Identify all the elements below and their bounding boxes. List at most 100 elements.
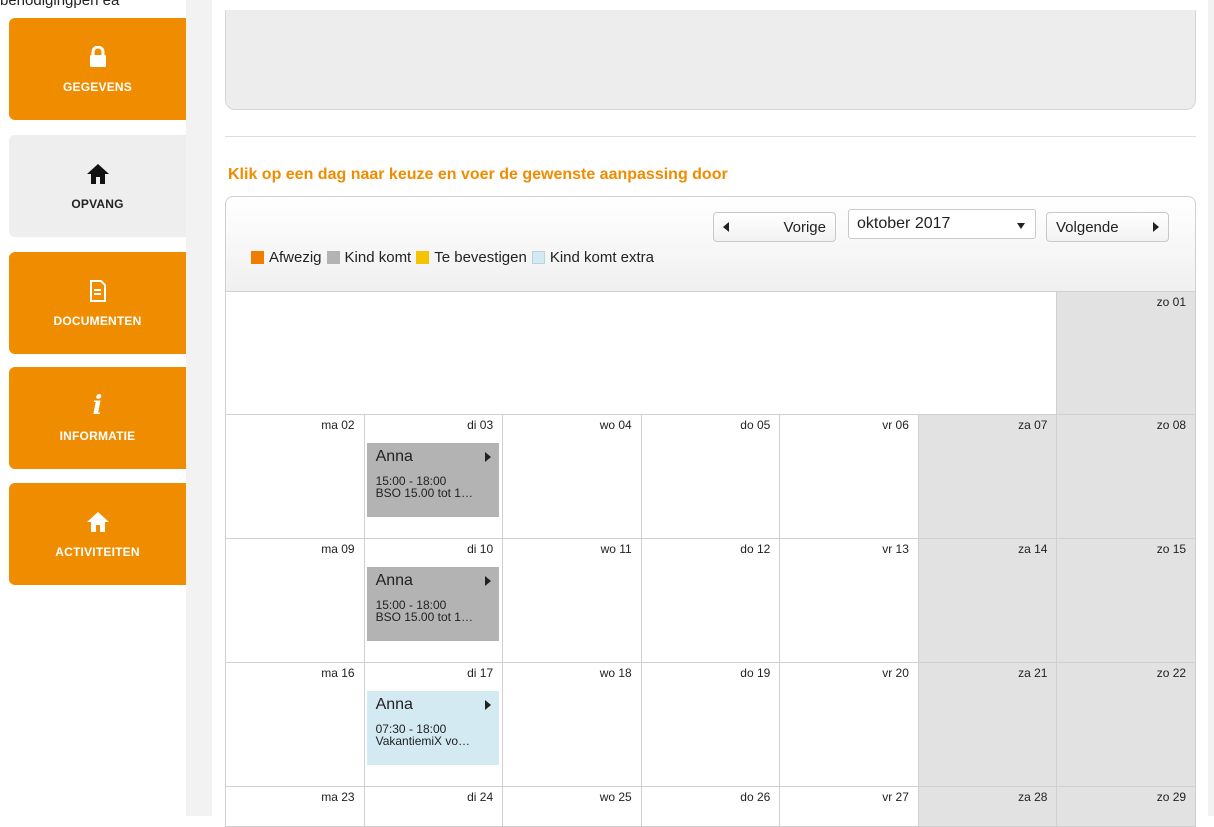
calendar-day-cell[interactable]: wo 18 bbox=[503, 663, 642, 787]
calendar-day-cell[interactable]: za 07 bbox=[918, 415, 1058, 539]
calendar-day-cell[interactable]: zo 29 bbox=[1057, 787, 1197, 827]
day-label: do 12 bbox=[740, 542, 771, 556]
calendar-day-cell[interactable]: zo 01 bbox=[1057, 292, 1196, 415]
next-label: Volgende bbox=[1056, 219, 1119, 236]
calendar-week-row: ma 09 di 10 Anna 15:00 - 18:00 BSO 15.00 tot… bbox=[225, 539, 1197, 663]
day-label: wo 25 bbox=[599, 790, 632, 804]
calendar-day-cell[interactable]: zo 08 bbox=[1057, 415, 1197, 539]
day-label: vr 13 bbox=[882, 542, 909, 556]
legend-label: Afwezig bbox=[269, 249, 322, 266]
right-border bbox=[1208, 0, 1214, 816]
nav-item-documenten[interactable]: DOCUMENTEN bbox=[9, 252, 186, 354]
caret-right-icon bbox=[484, 576, 491, 586]
legend-label: Te bevestigen bbox=[434, 249, 527, 266]
nav-label: GEGEVENS bbox=[63, 80, 132, 94]
day-label: zo 01 bbox=[1156, 295, 1186, 309]
calendar-day-cell[interactable]: wo 04 bbox=[503, 415, 642, 539]
legend-item-te-bevestigen: Te bevestigen bbox=[416, 249, 527, 266]
calendar-day-cell[interactable]: wo 11 bbox=[503, 539, 642, 663]
day-label: ma 09 bbox=[321, 542, 355, 556]
calendar-day-cell[interactable]: di 24 bbox=[364, 787, 504, 827]
day-label: do 05 bbox=[740, 418, 771, 432]
chevron-down-icon bbox=[1017, 223, 1025, 229]
sidebar: GEGEVENS OPVANG DOCUMENTEN i INFORMATIE … bbox=[0, 0, 186, 816]
calendar-event[interactable]: Anna 15:00 - 18:00 BSO 15.00 tot 1… bbox=[366, 443, 499, 517]
calendar-day-cell[interactable]: zo 22 bbox=[1057, 663, 1197, 787]
legend-swatch bbox=[326, 251, 340, 264]
lock-icon bbox=[85, 44, 111, 70]
legend-item-kind-komt: Kind komt bbox=[326, 249, 411, 266]
day-label: vr 06 bbox=[882, 418, 909, 432]
calendar-day-cell[interactable]: wo 25 bbox=[503, 787, 642, 827]
legend-item-afwezig: Afwezig bbox=[251, 249, 322, 266]
calendar-instruction: Klik op een dag naar keuze en voer de ge… bbox=[228, 166, 728, 183]
nav-label: DOCUMENTEN bbox=[53, 314, 142, 328]
event-child-name: Anna bbox=[375, 448, 413, 465]
sidebar-divider bbox=[186, 0, 212, 816]
month-value: oktober 2017 bbox=[857, 215, 951, 232]
day-label: di 24 bbox=[467, 790, 494, 804]
previous-label: Vorige bbox=[783, 219, 826, 236]
day-label: ma 02 bbox=[321, 418, 355, 432]
previous-month-button[interactable]: Vorige bbox=[713, 212, 836, 242]
calendar-day-cell[interactable]: vr 27 bbox=[780, 787, 919, 827]
calendar-day-cell[interactable]: di 17 Anna 07:30 - 18:00 VakantiemiX vo… bbox=[364, 663, 504, 787]
event-description: VakantiemiX vo… bbox=[375, 734, 471, 748]
calendar-event[interactable]: Anna 15:00 - 18:00 BSO 15.00 tot 1… bbox=[366, 567, 499, 641]
calendar-day-cell[interactable]: di 10 Anna 15:00 - 18:00 BSO 15.00 tot 1… bbox=[364, 539, 504, 663]
caret-right-icon bbox=[484, 700, 491, 710]
day-label: za 07 bbox=[1018, 418, 1048, 432]
day-label: zo 29 bbox=[1156, 790, 1187, 804]
calendar-day-cell[interactable]: vr 20 bbox=[780, 663, 919, 787]
calendar-day-cell[interactable]: do 05 bbox=[641, 415, 781, 539]
nav-item-gegevens[interactable]: GEGEVENS bbox=[9, 18, 186, 120]
calendar-day-cell[interactable]: zo 15 bbox=[1057, 539, 1197, 663]
calendar-day-cell[interactable]: vr 06 bbox=[780, 415, 919, 539]
day-label: do 19 bbox=[740, 666, 771, 680]
caret-right-icon bbox=[484, 452, 491, 462]
calendar-empty-cell bbox=[226, 292, 1058, 415]
calendar-day-cell[interactable]: za 21 bbox=[918, 663, 1058, 787]
nav-item-informatie[interactable]: i INFORMATIE bbox=[9, 367, 186, 469]
calendar-day-cell[interactable]: ma 16 bbox=[226, 663, 365, 787]
nav-label: OPVANG bbox=[71, 197, 124, 211]
next-month-button[interactable]: Volgende bbox=[1046, 212, 1169, 242]
legend-item-kind-komt-extra: Kind komt extra bbox=[531, 249, 655, 266]
day-label: do 26 bbox=[740, 790, 771, 804]
day-label: zo 15 bbox=[1156, 542, 1187, 556]
day-label: vr 27 bbox=[882, 790, 909, 804]
calendar-day-cell[interactable]: do 19 bbox=[641, 663, 781, 787]
legend-label: Kind komt extra bbox=[549, 249, 655, 266]
day-label: zo 22 bbox=[1156, 666, 1187, 680]
legend-swatch bbox=[531, 251, 545, 264]
calendar-toolbar: Vorige oktober 2017 Volgende Afwezig Kin… bbox=[225, 196, 1196, 292]
calendar-week-row: ma 16 di 17 Anna 07:30 - 18:00 VakantiemiX v… bbox=[225, 663, 1197, 787]
day-label: za 21 bbox=[1018, 666, 1048, 680]
arrow-right-icon bbox=[1153, 222, 1159, 232]
event-description: BSO 15.00 tot 1… bbox=[375, 610, 473, 624]
day-label: wo 18 bbox=[599, 666, 632, 680]
month-select[interactable]: oktober 2017 bbox=[848, 209, 1036, 239]
day-label: ma 16 bbox=[321, 666, 355, 680]
calendar-day-cell[interactable]: ma 23 bbox=[226, 787, 365, 827]
calendar-day-cell[interactable]: do 12 bbox=[641, 539, 781, 663]
day-label: di 10 bbox=[467, 542, 494, 556]
nav-item-activiteiten[interactable]: ACTIVITEITEN bbox=[9, 483, 186, 585]
nav-item-opvang[interactable]: OPVANG bbox=[9, 135, 186, 237]
calendar-week-row: ma 02 di 03 Anna 15:00 - 18:00 BSO 15.00 tot… bbox=[225, 415, 1197, 539]
day-label: wo 11 bbox=[600, 542, 632, 556]
calendar-day-cell[interactable]: di 03 Anna 15:00 - 18:00 BSO 15.00 tot 1… bbox=[364, 415, 504, 539]
calendar-day-cell[interactable]: ma 09 bbox=[226, 539, 365, 663]
calendar-day-cell[interactable]: vr 13 bbox=[780, 539, 919, 663]
legend-swatch bbox=[251, 251, 264, 264]
day-label: di 03 bbox=[467, 418, 494, 432]
calendar-day-cell[interactable]: do 26 bbox=[641, 787, 781, 827]
calendar-day-cell[interactable]: ma 02 bbox=[226, 415, 365, 539]
home-icon bbox=[85, 161, 111, 187]
calendar-day-cell[interactable]: za 14 bbox=[918, 539, 1058, 663]
calendar-day-cell[interactable]: za 28 bbox=[918, 787, 1058, 827]
calendar-week-row: zo 01 bbox=[225, 292, 1196, 415]
calendar-event[interactable]: Anna 07:30 - 18:00 VakantiemiX vo… bbox=[366, 691, 499, 765]
day-label: za 14 bbox=[1018, 542, 1048, 556]
day-label: ma 23 bbox=[321, 790, 355, 804]
